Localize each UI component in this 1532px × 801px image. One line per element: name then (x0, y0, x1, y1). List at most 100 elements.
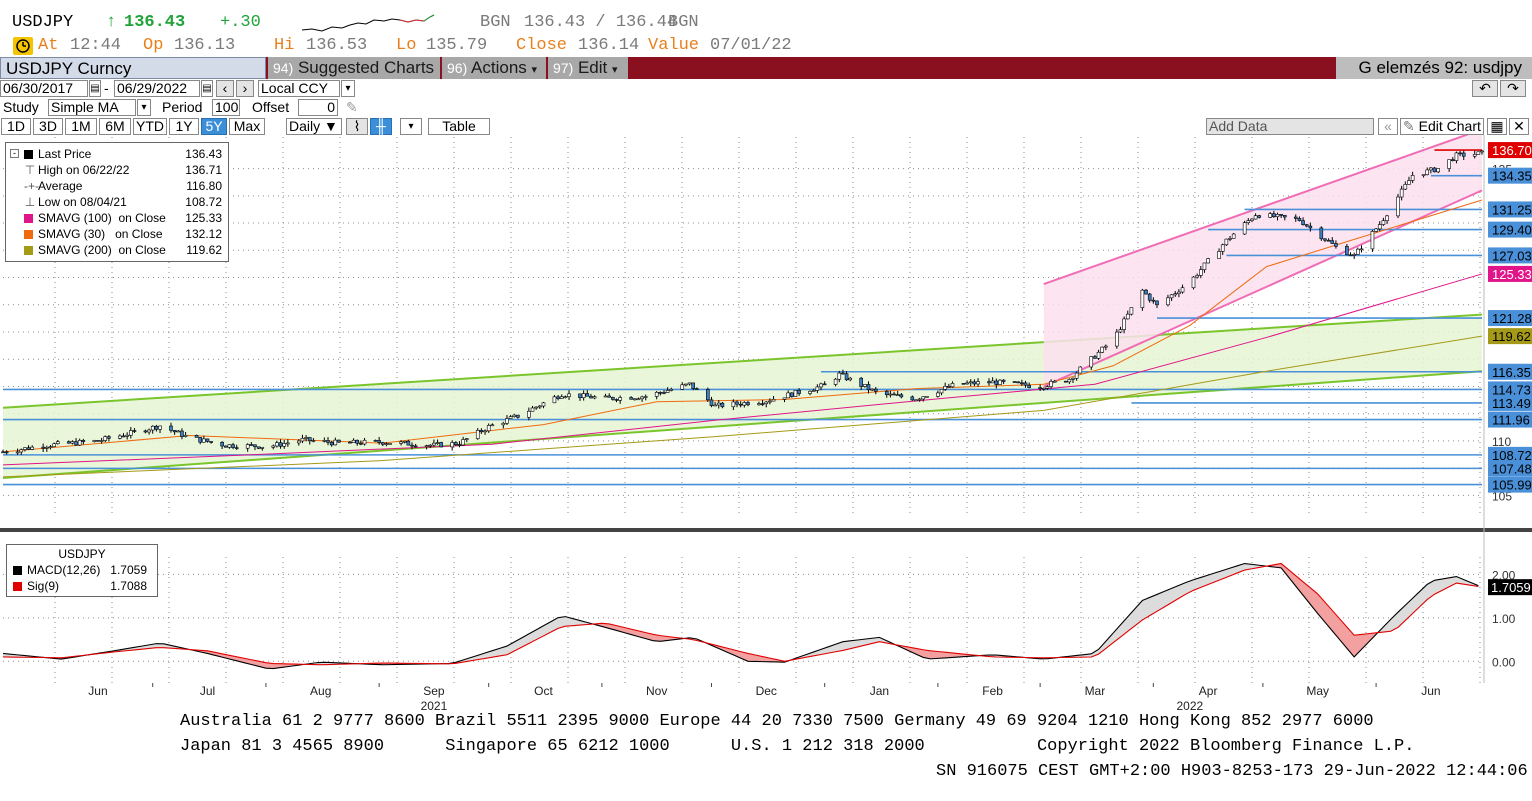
clock-icon[interactable] (13, 37, 33, 55)
candle-body (125, 434, 129, 437)
value-date: 07/01/22 (710, 36, 792, 55)
period-button-5y[interactable]: 5Y (201, 118, 227, 135)
collapse-icon[interactable]: « (1378, 118, 1398, 135)
legend-item: MACD(12,26) 1.7059 (11, 562, 153, 578)
period-button-ytd[interactable]: YTD (133, 118, 167, 135)
candle-body (351, 439, 356, 443)
x-tick-label: Aug (310, 684, 331, 698)
chevron-down-icon[interactable]: ▾ (137, 99, 151, 116)
add-data-input[interactable]: Add Data (1206, 118, 1374, 135)
legend-value: 116.80 (186, 179, 222, 193)
offset-input[interactable]: 0 (298, 99, 338, 116)
candlestick-icon[interactable]: ╫ (370, 118, 392, 135)
candle-body (172, 430, 177, 433)
candle-body (223, 445, 228, 448)
price-label: 113.49 (1492, 396, 1531, 411)
period-input[interactable]: 100 (212, 99, 240, 116)
candle-body (632, 398, 637, 401)
period-button-1d[interactable]: 1D (1, 118, 31, 135)
price-change: +.30 (220, 13, 261, 32)
candle-body (1049, 381, 1053, 387)
security-field[interactable]: USDJPY Curncy (0, 57, 266, 79)
chevron-down-icon[interactable]: ▾ (341, 80, 355, 97)
close-icon[interactable]: ✕ (1509, 118, 1529, 135)
candle-body (614, 399, 619, 401)
legend-value: 125.33 (185, 211, 222, 225)
prev-range-icon[interactable]: ‹ (216, 80, 234, 97)
legend-item: SMAVG (200) on Close 119.62 (10, 242, 224, 258)
candle-body (424, 445, 429, 447)
edit-chart-button[interactable]: ✎ Edit Chart (1400, 118, 1484, 135)
candle-body (194, 434, 199, 438)
price-label: 134.35 (1492, 169, 1532, 184)
chevron-down-icon[interactable]: ▾ (400, 118, 422, 135)
candle-body (1407, 180, 1411, 185)
candle-body (103, 436, 108, 441)
candle-body (1067, 379, 1072, 383)
candle-body (209, 441, 213, 443)
candle-body (947, 385, 951, 388)
candle-body (96, 440, 100, 442)
candle-body (1104, 345, 1108, 348)
candle-body (808, 390, 812, 394)
period-button-1m[interactable]: 1M (65, 118, 97, 135)
pencil-icon[interactable]: ✎ (346, 99, 358, 116)
candle-body (1257, 215, 1262, 218)
candle-body (48, 446, 53, 448)
macd-legend: USDJPY MACD(12,26) 1.7059 Sig(9) 1.7088 (6, 544, 158, 597)
actions-button[interactable]: 96) Actions ▾ (442, 57, 546, 79)
legend-label: SMAVG (200) on Close (38, 243, 166, 257)
macd-y-tick: 1.00 (1492, 612, 1516, 626)
table-button[interactable]: Table (428, 118, 490, 135)
candle-body (143, 430, 148, 433)
end-date-input[interactable]: 06/29/2022 (114, 80, 200, 97)
price-label: 105.99 (1492, 478, 1532, 493)
candle-body (691, 382, 696, 389)
chart-settings-icon[interactable]: ▦ (1487, 118, 1507, 135)
candle-body (925, 396, 929, 398)
page-title: G elemzés 92: usdjpy (1336, 57, 1532, 79)
period-button-max[interactable]: Max (229, 118, 265, 135)
candle-body (129, 430, 133, 436)
x-tick-label: Nov (646, 684, 667, 698)
candle-body (990, 380, 995, 384)
y-tick-label: 110 (1492, 435, 1511, 449)
candle-body (234, 447, 239, 449)
redo-icon[interactable]: ↷ (1500, 80, 1526, 97)
candle-body (695, 388, 699, 390)
x-tick-label: Jul (200, 684, 215, 698)
candle-body (844, 373, 849, 381)
start-date-input[interactable]: 06/30/2017 (0, 80, 88, 97)
suggested-charts-button[interactable]: 94) Suggested Charts (268, 57, 440, 79)
candle-body (483, 430, 487, 433)
chart-area[interactable]: 105110135136.70134.35131.25129.40127.031… (0, 135, 1532, 713)
candle-body (939, 389, 944, 394)
currency-select[interactable]: Local CCY (258, 80, 340, 97)
candle-body (994, 380, 999, 385)
line-chart-icon[interactable]: ⌇ (346, 118, 368, 135)
study-type-select[interactable]: Simple MA (48, 99, 136, 116)
legend-value: 119.62 (186, 243, 222, 257)
calendar-icon[interactable]: ▤ (89, 80, 101, 97)
candle-body (1199, 269, 1203, 276)
frequency-select[interactable]: Daily ▼ (286, 118, 342, 135)
candle-body (307, 437, 312, 442)
candle-body (147, 429, 151, 433)
next-range-icon[interactable]: › (236, 80, 254, 97)
candle-body (556, 396, 560, 399)
candle-body (355, 439, 360, 444)
candle-body (797, 389, 801, 394)
x-tick-label: Mar (1085, 684, 1106, 698)
candle-body (1454, 152, 1459, 161)
candle-body (19, 449, 24, 453)
candle-body (1283, 214, 1287, 218)
calendar-icon[interactable]: ▤ (201, 80, 213, 97)
candle-body (742, 402, 747, 406)
undo-icon[interactable]: ↶ (1472, 80, 1498, 97)
legend-item: Last Price 136.43 (10, 146, 224, 162)
sparkline (301, 14, 435, 32)
period-button-6m[interactable]: 6M (99, 118, 131, 135)
period-button-3d[interactable]: 3D (33, 118, 63, 135)
period-button-1y[interactable]: 1Y (169, 118, 199, 135)
edit-button[interactable]: 97) Edit ▾ (548, 57, 628, 79)
